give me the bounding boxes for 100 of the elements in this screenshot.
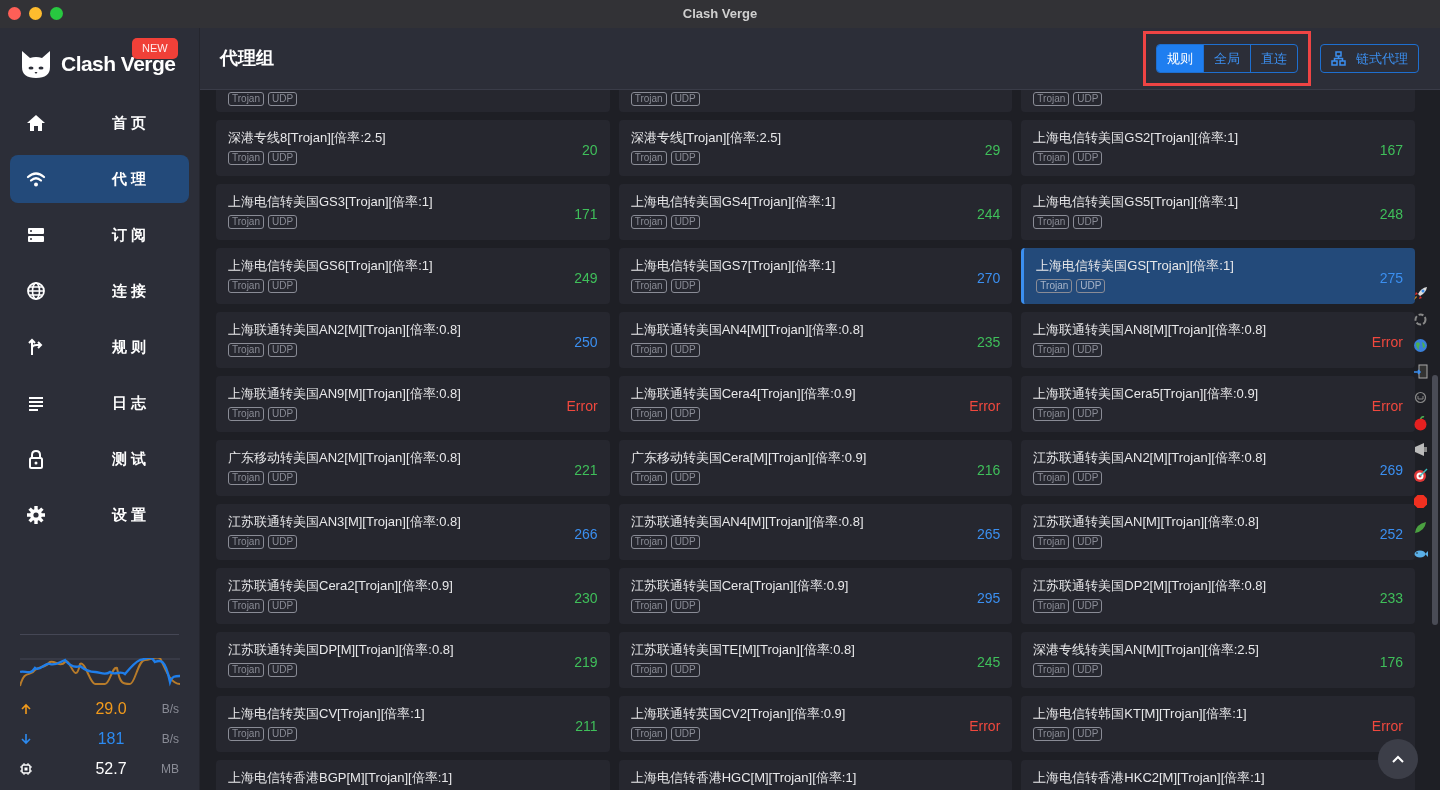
proxy-card[interactable]: 江苏联通转美国AN2[M][Trojan][倍率:0.8] Trojan UDP 269 bbox=[1021, 440, 1415, 496]
proxy-card[interactable]: 江苏联通转美国TE[M][Trojan][倍率:0.8] Trojan UDP 245 bbox=[618, 632, 1013, 688]
proxy-card[interactable]: 上海电信转香港HGC[M][Trojan][倍率:1] bbox=[618, 760, 1013, 790]
delay-value[interactable]: 219 bbox=[574, 652, 598, 673]
globe-icon[interactable] bbox=[1413, 338, 1428, 353]
proxy-card[interactable]: 上海联通转美国AN2[M][Trojan][倍率:0.8] Trojan UDP 250 bbox=[216, 312, 610, 368]
proxy-card[interactable]: 广东移动转美国Cera[M][Trojan][倍率:0.9] Trojan UDP 216 bbox=[618, 440, 1013, 496]
proxy-card[interactable]: 上海电信转英国CV[Trojan][倍率:1] Trojan UDP 211 bbox=[216, 696, 610, 752]
delay-value[interactable]: 233 bbox=[1379, 588, 1403, 609]
nav-item[interactable]: 日志 bbox=[10, 379, 189, 427]
delay-value[interactable]: 230 bbox=[574, 588, 598, 609]
mode-tab[interactable]: 全局 bbox=[1203, 45, 1250, 72]
proxy-card[interactable]: 深港专线转美国AN[M][Trojan][倍率:2.5] Trojan UDP 176 bbox=[1021, 632, 1415, 688]
arrow-up-icon bbox=[20, 703, 32, 715]
proxy-card[interactable]: 上海电信转美国GS7[Trojan][倍率:1] Trojan UDP 270 bbox=[618, 248, 1013, 304]
nav-item[interactable]: 连接 bbox=[10, 267, 189, 315]
mode-tab[interactable]: 直连 bbox=[1250, 45, 1297, 72]
delay-value[interactable]: 235 bbox=[976, 332, 1001, 353]
proxy-card[interactable]: 上海联通转美国Cera5[Trojan][倍率:0.9] Trojan UDP Error bbox=[1021, 376, 1415, 432]
lock-icon bbox=[26, 449, 46, 469]
protocol-tag: UDP bbox=[268, 535, 298, 549]
proxy-card[interactable]: 上海联通转英国CV2[Trojan][倍率:0.9] Trojan UDP Error bbox=[618, 696, 1013, 752]
proxy-card[interactable]: 上海电信转美国GS5[Trojan][倍率:1] Trojan UDP 248 bbox=[1021, 184, 1415, 240]
maximize-button[interactable] bbox=[50, 7, 63, 20]
proxy-card[interactable]: 江苏联通转美国AN4[M][Trojan][倍率:0.8] Trojan UDP 265 bbox=[618, 504, 1013, 560]
nav-item[interactable]: 代理 bbox=[10, 155, 189, 203]
proxy-card[interactable]: 上海联通转美国AN9[M][Trojan][倍率:0.8] Trojan UDP Error bbox=[216, 376, 610, 432]
globe-icon bbox=[26, 281, 46, 301]
proxy-card[interactable]: 江苏联通转美国AN[M][Trojan][倍率:0.8] Trojan UDP 252 bbox=[1021, 504, 1415, 560]
door-icon[interactable] bbox=[1413, 364, 1428, 379]
proxy-card[interactable]: 上海电信转香港BGP[M][Trojan][倍率:1] bbox=[216, 760, 610, 790]
delay-value[interactable]: 252 bbox=[1379, 524, 1403, 545]
proxy-card[interactable]: 江苏联通转美国Cera2[Trojan][倍率:0.9] Trojan UDP 230 bbox=[216, 568, 610, 624]
protocol-tag: Trojan bbox=[630, 535, 667, 549]
delay-value[interactable]: 29 bbox=[984, 140, 1001, 161]
nav-item[interactable]: 首页 bbox=[10, 99, 189, 147]
nav-item[interactable]: 订阅 bbox=[10, 211, 189, 259]
delay-value[interactable]: 266 bbox=[574, 524, 598, 545]
delay-value[interactable]: 265 bbox=[976, 524, 1001, 545]
proxy-card[interactable]: 上海电信转香港HKC2[M][Trojan][倍率:1] bbox=[1021, 760, 1415, 790]
proxy-card[interactable]: 江苏联通转美国DP[M][Trojan][倍率:0.8] Trojan UDP 219 bbox=[216, 632, 610, 688]
minimize-button[interactable] bbox=[29, 7, 42, 20]
protocol-tag: UDP bbox=[1073, 599, 1103, 613]
protocol-tag: Trojan bbox=[1033, 535, 1070, 549]
delay-value[interactable]: 171 bbox=[574, 204, 598, 225]
delay-value[interactable]: Error bbox=[969, 396, 1001, 417]
delay-value[interactable]: Error bbox=[1371, 396, 1403, 417]
proxy-card[interactable]: 上海电信转美国GS[Trojan][倍率:1] Trojan UDP 275 bbox=[1021, 248, 1415, 304]
proxy-card[interactable]: 广东移动转美国AN2[M][Trojan][倍率:0.8] Trojan UDP 221 bbox=[216, 440, 610, 496]
proxy-card[interactable]: 上海联通转美国Cera4[Trojan][倍率:0.9] Trojan UDP Error bbox=[618, 376, 1013, 432]
mode-tab[interactable]: 规则 bbox=[1157, 45, 1203, 72]
apple-icon[interactable] bbox=[1413, 416, 1428, 431]
delay-value[interactable]: 295 bbox=[976, 588, 1001, 609]
proxy-card[interactable]: 上海联通转美国AN4[M][Trojan][倍率:0.8] Trojan UDP 235 bbox=[618, 312, 1013, 368]
delay-value[interactable]: 245 bbox=[976, 652, 1001, 673]
leaf-icon[interactable] bbox=[1413, 520, 1428, 535]
delay-value[interactable]: Error bbox=[1371, 332, 1403, 353]
delay-value[interactable]: 244 bbox=[976, 204, 1001, 225]
delay-value[interactable]: Error bbox=[566, 396, 598, 417]
protocol-tag: Trojan bbox=[228, 599, 264, 613]
nav-item[interactable]: 设置 bbox=[10, 491, 189, 539]
nav-item[interactable]: 规则 bbox=[10, 323, 189, 371]
delay-value[interactable]: Error bbox=[1371, 716, 1403, 737]
proxy-card[interactable]: 江苏联通转美国Cera[Trojan][倍率:0.9] Trojan UDP 295 bbox=[618, 568, 1013, 624]
scrollbar-thumb[interactable] bbox=[1432, 375, 1438, 625]
delay-value[interactable]: 270 bbox=[976, 268, 1001, 289]
proxy-card[interactable]: Trojan UDP bbox=[618, 90, 1013, 112]
proxy-card[interactable]: 江苏联通转美国DP2[M][Trojan][倍率:0.8] Trojan UDP 233 bbox=[1021, 568, 1415, 624]
proxy-card[interactable]: 上海联通转美国AN8[M][Trojan][倍率:0.8] Trojan UDP Error bbox=[1021, 312, 1415, 368]
close-button[interactable] bbox=[8, 7, 21, 20]
delay-value[interactable]: 20 bbox=[582, 140, 598, 161]
delay-value[interactable]: 167 bbox=[1379, 140, 1403, 161]
delay-value[interactable]: 249 bbox=[574, 268, 598, 289]
proxy-name: 广东移动转美国Cera[M][Trojan][倍率:0.9] bbox=[630, 449, 867, 467]
proxy-card[interactable]: 上海电信转美国GS3[Trojan][倍率:1] Trojan UDP 171 bbox=[216, 184, 610, 240]
delay-value[interactable]: 248 bbox=[1379, 204, 1403, 225]
proxy-card[interactable]: 上海电信转韩国KT[M][Trojan][倍率:1] Trojan UDP Error bbox=[1021, 696, 1415, 752]
delay-value[interactable]: 211 bbox=[575, 716, 598, 737]
proxy-card[interactable]: 江苏联通转美国AN3[M][Trojan][倍率:0.8] Trojan UDP 266 bbox=[216, 504, 610, 560]
proxy-card[interactable]: Trojan UDP bbox=[1021, 90, 1415, 112]
delay-value[interactable]: Error bbox=[969, 716, 1001, 737]
delay-value[interactable]: 221 bbox=[574, 460, 598, 481]
megaphone-icon[interactable] bbox=[1413, 442, 1428, 457]
delay-value[interactable]: 269 bbox=[1379, 460, 1403, 481]
proxy-card[interactable]: 上海电信转美国GS2[Trojan][倍率:1] Trojan UDP 167 bbox=[1021, 120, 1415, 176]
proxy-name: 江苏联通转美国AN3[M][Trojan][倍率:0.8] bbox=[228, 513, 461, 531]
proxy-card[interactable]: 深港专线[Trojan][倍率:2.5] Trojan UDP 29 bbox=[618, 120, 1013, 176]
target-icon[interactable] bbox=[1413, 468, 1428, 483]
proxy-card[interactable]: 上海电信转美国GS4[Trojan][倍率:1] Trojan UDP 244 bbox=[618, 184, 1013, 240]
nav-item[interactable]: 测试 bbox=[10, 435, 189, 483]
delay-value[interactable]: 250 bbox=[574, 332, 598, 353]
proxy-card[interactable]: 上海电信转美国GS6[Trojan][倍率:1] Trojan UDP 249 bbox=[216, 248, 610, 304]
protocol-tag: UDP bbox=[1073, 151, 1103, 165]
chain-proxy-button[interactable]: 链式代理 bbox=[1320, 44, 1419, 73]
rocket-icon[interactable] bbox=[1413, 286, 1428, 301]
delay-value[interactable]: 216 bbox=[976, 460, 1001, 481]
stop-sign-icon[interactable] bbox=[1413, 494, 1428, 509]
delay-value[interactable]: 176 bbox=[1379, 652, 1403, 673]
proxy-card[interactable]: Trojan UDP bbox=[216, 90, 610, 112]
proxy-card[interactable]: 深港专线8[Trojan][倍率:2.5] Trojan UDP 20 bbox=[216, 120, 610, 176]
